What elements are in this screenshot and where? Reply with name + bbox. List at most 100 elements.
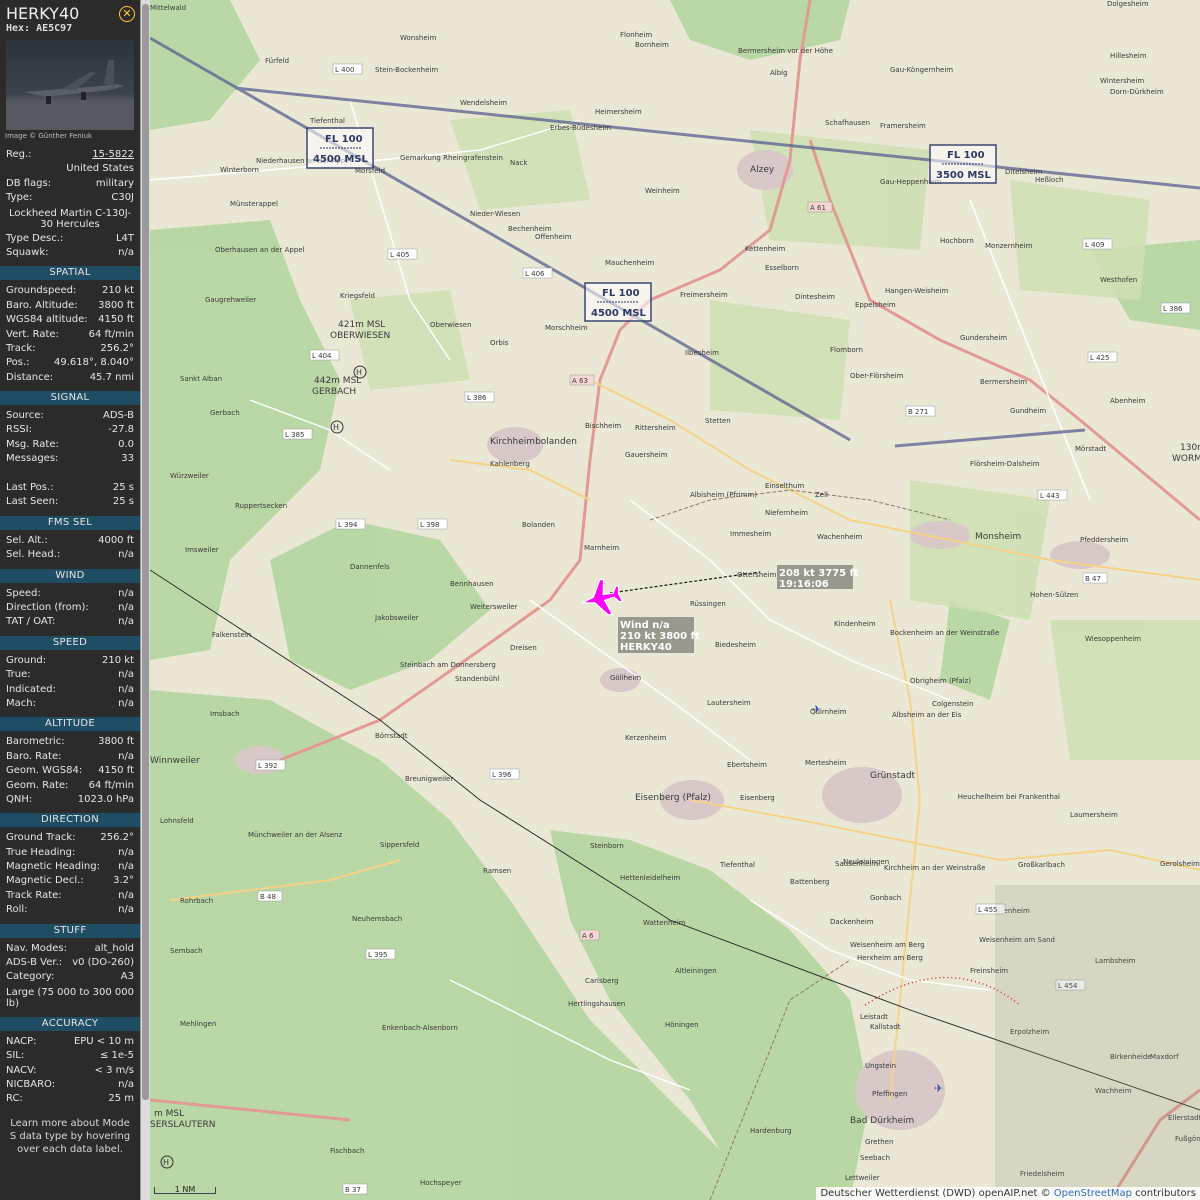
town-label: Nack (510, 159, 528, 167)
town-label: Weinheim (645, 187, 680, 195)
aircraft-label-line: 210 kt 3800 ft (620, 631, 700, 642)
registration-link[interactable]: 15-5822 (92, 148, 134, 162)
town-label: Dolgesheim (1107, 0, 1149, 8)
data-label[interactable]: Track: (6, 342, 36, 356)
data-label[interactable]: Distance: (6, 371, 53, 385)
data-label[interactable]: NACV: (6, 1064, 37, 1078)
data-label[interactable]: Last Seen: (6, 495, 58, 509)
close-icon[interactable]: ✕ (119, 6, 135, 22)
data-value: 64 ft/min (88, 779, 134, 791)
data-label[interactable]: Sel. Head.: (6, 548, 60, 562)
data-label[interactable]: Mach: (6, 697, 36, 711)
data-label[interactable]: Magnetic Decl.: (6, 874, 84, 888)
data-label[interactable]: SIL: (6, 1049, 24, 1063)
attribution-tail: contributors (1132, 1188, 1196, 1199)
airspace-label[interactable]: FL 100 4500 MSL (306, 127, 374, 169)
data-label[interactable]: Last Pos.: (6, 481, 54, 495)
data-value: n/a (118, 683, 134, 695)
data-label[interactable]: Geom. WGS84: (6, 764, 82, 778)
detail-value: Lockheed Martin C-130J-30 Hercules (9, 207, 131, 230)
town-label: Heimersheim (595, 108, 642, 116)
data-label[interactable]: Vert. Rate: (6, 328, 59, 342)
map-attribution: Deutscher Wetterdienst (DWD) openAIP.net… (816, 1187, 1200, 1200)
town-label: Bermersheim (980, 378, 1027, 386)
data-label[interactable]: TAT / OAT: (6, 615, 55, 629)
data-label[interactable]: WGS84 altitude: (6, 313, 88, 327)
track-point-label[interactable]: 208 kt 3775 ft 19:16:06 (777, 565, 859, 590)
data-label[interactable]: Msg. Rate: (6, 438, 59, 452)
data-label[interactable]: QNH: (6, 793, 32, 807)
airspace-label[interactable]: FL 100 3500 MSL (929, 144, 997, 184)
road-label-text: L 386 (1163, 305, 1183, 313)
aircraft-photo-image (6, 60, 134, 130)
town-label: Oberhausen an der Appel (215, 246, 305, 254)
osm-link[interactable]: OpenStreetMap (1054, 1188, 1132, 1199)
sidebar-scrollbar[interactable] (140, 0, 150, 1200)
town-label: Oberwiesen (430, 321, 472, 329)
town-label: Ebertsheim (727, 761, 767, 769)
scrollbar-thumb[interactable] (142, 4, 149, 1100)
data-label[interactable]: Track Rate: (6, 889, 62, 903)
town-label: Schafhausen (825, 119, 870, 127)
data-label[interactable]: RSSI: (6, 423, 32, 437)
detail-label[interactable]: DB flags: (6, 177, 51, 191)
elevation-label: SERSLAUTERN (150, 1120, 216, 1130)
data-label[interactable]: True: (6, 668, 31, 682)
road-label: L 394 (335, 518, 366, 530)
town-label: Wattenheim (643, 919, 686, 927)
road-label-text: L 392 (258, 762, 278, 770)
data-label[interactable]: Pos.: (6, 356, 30, 370)
data-label[interactable]: Ground Track: (6, 831, 76, 845)
town-label: Mauchenheim (605, 259, 654, 267)
detail-label[interactable]: Type: (6, 191, 32, 205)
data-label[interactable]: Sel. Alt.: (6, 534, 48, 548)
town-label: Gerolsheim (1160, 860, 1200, 868)
data-label[interactable]: Barometric: (6, 735, 65, 749)
data-label[interactable]: NACP: (6, 1035, 37, 1049)
airfield-icon[interactable]: ✈ (934, 1082, 943, 1095)
town-label: Stein-Bockenheim (375, 66, 438, 74)
data-label[interactable]: Baro. Rate: (6, 750, 61, 764)
detail-label[interactable]: Type Desc.: (6, 232, 63, 246)
town-label: Gauersheim (625, 451, 668, 459)
town-label: Stetten (705, 417, 731, 425)
detail-label[interactable]: Reg.: (6, 148, 32, 162)
data-label[interactable]: Messages: (6, 452, 58, 466)
data-label[interactable]: Direction (from): (6, 601, 89, 615)
data-row: NACP: EPU < 10 m (0, 1035, 140, 1049)
data-label[interactable]: Baro. Altitude: (6, 299, 78, 313)
data-label[interactable]: True Heading: (6, 846, 75, 860)
data-label[interactable]: Groundspeed: (6, 284, 76, 298)
aircraft-label[interactable]: Wind n/a 210 kt 3800 ft HERKY40 (618, 617, 700, 653)
road-label-text: B 47 (1085, 575, 1101, 583)
data-label[interactable]: Roll: (6, 903, 28, 917)
data-label[interactable]: Magnetic Heading: (6, 860, 100, 874)
road-label-text: B 48 (260, 893, 276, 901)
road-label: L 400 (332, 63, 363, 75)
map-canvas[interactable]: H H H ✈ ✈ 421m MSL OBERWIESEN 442m MSL G… (150, 0, 1200, 1200)
data-label[interactable]: Large (75 000 to 300 000 lb) (6, 987, 134, 1009)
data-label[interactable]: Source: (6, 409, 44, 423)
data-label[interactable]: Ground: (6, 654, 46, 668)
data-value: n/a (118, 846, 134, 858)
town-label: Orbis (490, 339, 509, 347)
data-label[interactable]: RC: (6, 1092, 23, 1106)
data-label[interactable]: Geom. Rate: (6, 779, 68, 793)
detail-value: C30J (111, 192, 134, 204)
data-label[interactable]: Indicated: (6, 683, 56, 697)
town-label: Hochspeyer (420, 1179, 462, 1187)
data-label[interactable]: ADS-B Ver.: (6, 956, 62, 970)
aircraft-photo[interactable] (6, 40, 134, 130)
airspace-label[interactable]: FL 100 4500 MSL (584, 282, 652, 322)
aircraft-label-line: Wind n/a (620, 620, 670, 631)
learn-more-text: Learn more about Mode S data type by hov… (9, 1117, 131, 1155)
aircraft-label-line: HERKY40 (620, 642, 672, 653)
map-view[interactable]: H H H ✈ ✈ 421m MSL OBERWIESEN 442m MSL G… (150, 0, 1200, 1200)
town-label: Bechenheim (508, 225, 552, 233)
data-label[interactable]: NICBARO: (6, 1078, 55, 1092)
data-label[interactable]: Category: (6, 970, 54, 984)
detail-label[interactable]: Squawk: (6, 246, 49, 260)
data-label[interactable]: Speed: (6, 587, 41, 601)
town-label: Einselthum (765, 482, 804, 490)
data-label[interactable]: Nav. Modes: (6, 942, 67, 956)
